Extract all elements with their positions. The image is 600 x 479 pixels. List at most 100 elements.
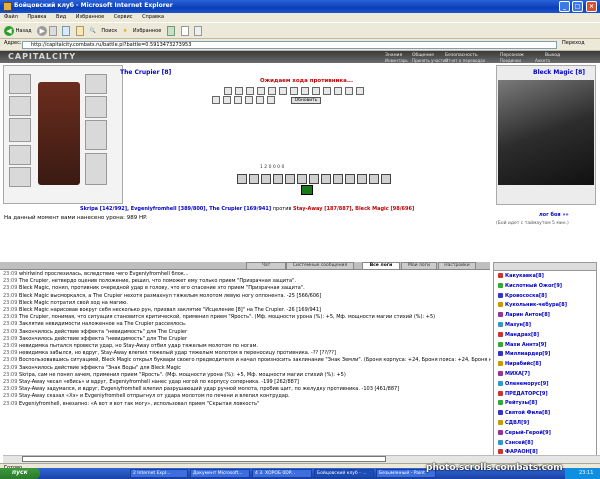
participant-link[interactable]: Stay-Away [187/887],: [293, 206, 355, 212]
player-list-item[interactable]: Какукавка[8]: [498, 273, 544, 280]
player-list-item[interactable]: Ларин Антон[8]: [498, 312, 550, 319]
gloves-slot[interactable]: [85, 120, 107, 150]
player-list-name[interactable]: Сэнсей[8]: [505, 440, 533, 446]
taskbar-task[interactable]: 4 3. ХОРОБ 0DP...: [252, 469, 312, 478]
battle-log-link[interactable]: лог боя »»: [539, 212, 569, 219]
player-list-item[interactable]: Святой Фила[8]: [498, 410, 550, 417]
attack-slot[interactable]: [257, 87, 265, 95]
player-list-item[interactable]: Серый-Герой[9]: [498, 429, 551, 437]
attack-slot[interactable]: [345, 87, 353, 95]
participant-link[interactable]: Bleck Magic [98/696]: [355, 206, 414, 212]
close-button[interactable]: ×: [586, 1, 597, 12]
skill-icon[interactable]: [381, 174, 391, 184]
skill-icon[interactable]: [297, 174, 307, 184]
player-list-name[interactable]: Серый-Герой[9]: [505, 430, 551, 436]
defense-slot[interactable]: [245, 96, 253, 104]
player-list-item[interactable]: Нирабийс[8]: [498, 361, 541, 368]
player-list-name[interactable]: Мазун[8]: [505, 322, 531, 328]
player-list-name[interactable]: Кукольник-чебура[8]: [505, 302, 567, 309]
skill-icon[interactable]: [285, 174, 295, 184]
ring-slot[interactable]: [85, 74, 107, 94]
player-list-name[interactable]: Мандрах[8]: [505, 332, 539, 338]
attack-slot[interactable]: [224, 87, 232, 95]
chat-input[interactable]: [22, 456, 386, 462]
player-list-name[interactable]: Миллиардер[9]: [505, 351, 550, 358]
tab-system-messages[interactable]: Системные сообщения: [286, 262, 354, 270]
attack-slot[interactable]: [301, 87, 309, 95]
defense-slot[interactable]: [234, 96, 242, 104]
participant-link[interactable]: The Crupier [169/941]: [209, 206, 271, 212]
nav-participate[interactable]: Принять участие: [412, 58, 448, 64]
refresh-button[interactable]: Обновить: [291, 97, 321, 104]
menu-edit[interactable]: Правка: [27, 14, 46, 20]
skill-icon[interactable]: [369, 174, 379, 184]
player-name[interactable]: The Crupier [8]: [120, 69, 171, 77]
player-list-name[interactable]: СДВЛ[9]: [505, 420, 529, 426]
opponent-name[interactable]: Bleck Magic [8]: [533, 69, 585, 77]
player-list-name[interactable]: Кислотный Ожог[9]: [505, 283, 562, 289]
player-list-name[interactable]: ПРЕДАТОРС[9]: [505, 391, 548, 397]
shield-slot[interactable]: [85, 96, 107, 118]
player-list-item[interactable]: Мазун[8]: [498, 322, 531, 329]
taskbar-task[interactable]: Документ Microsoft...: [190, 469, 250, 478]
minimize-button[interactable]: _: [559, 1, 570, 12]
defense-slot[interactable]: [256, 96, 264, 104]
participant-link[interactable]: Evgeniyfromhell [389/800],: [131, 206, 210, 212]
player-list-item[interactable]: МИХА[7]: [498, 371, 530, 378]
menu-view[interactable]: Вид: [56, 14, 66, 20]
nav-inventory[interactable]: Инвентарь: [385, 58, 408, 64]
weapon-slot[interactable]: [9, 96, 31, 116]
attack-slot[interactable]: [323, 87, 331, 95]
defense-slot[interactable]: [212, 96, 220, 104]
defense-slot[interactable]: [267, 96, 275, 104]
belt-slot[interactable]: [9, 145, 31, 165]
attack-slot[interactable]: [268, 87, 276, 95]
player-list-item[interactable]: Кислотный Ожог[9]: [498, 282, 562, 290]
skill-icon[interactable]: [333, 174, 343, 184]
mail-icon[interactable]: [180, 26, 189, 36]
player-list-item[interactable]: Сэнсей[8]: [498, 439, 533, 447]
search-icon[interactable]: 🔍: [90, 26, 96, 36]
player-list-name[interactable]: Какукавка[8]: [505, 273, 544, 279]
menu-file[interactable]: Файл: [4, 14, 18, 20]
stop-icon[interactable]: [48, 26, 57, 36]
menu-tools[interactable]: Сервис: [114, 14, 133, 20]
armor-slot[interactable]: [9, 118, 31, 142]
player-list-item[interactable]: Миллиардер[9]: [498, 351, 550, 358]
history-icon[interactable]: [166, 26, 175, 36]
player-list-name[interactable]: Нирабийс[8]: [505, 361, 541, 367]
player-list-item[interactable]: Кукольник-чебура[8]: [498, 302, 567, 309]
attack-slot[interactable]: [312, 87, 320, 95]
tab-all-logs[interactable]: Все логи: [362, 262, 400, 270]
nav-fights[interactable]: Поединки: [500, 58, 521, 64]
menu-help[interactable]: Справка: [142, 14, 164, 20]
player-list-item[interactable]: Мандрах[8]: [498, 331, 539, 339]
helmet-slot[interactable]: [9, 74, 31, 94]
address-input[interactable]: http://capitalcity.combats.ru/battle.pl?…: [22, 41, 557, 49]
skill-icon[interactable]: [249, 174, 259, 184]
skill-icon[interactable]: [345, 174, 355, 184]
player-list-item[interactable]: СДВЛ[9]: [498, 420, 529, 427]
print-icon[interactable]: [194, 26, 203, 36]
end-turn-icon[interactable]: [301, 185, 313, 195]
maximize-button[interactable]: □: [572, 1, 583, 12]
attack-slot[interactable]: [246, 87, 254, 95]
skill-icon[interactable]: [237, 174, 247, 184]
player-list-item[interactable]: Кровососка[8]: [498, 292, 547, 300]
attack-slot[interactable]: [290, 87, 298, 95]
player-list-name[interactable]: Святой Фила[8]: [505, 410, 550, 416]
favorites-button[interactable]: Избранное: [133, 26, 161, 36]
taskbar-task[interactable]: 2 Internet Expl...: [130, 469, 188, 478]
player-list-item[interactable]: Махи Аннтэ[9]: [498, 341, 547, 349]
player-list-name[interactable]: Махи Аннтэ[9]: [505, 342, 547, 348]
tab-my-logs[interactable]: Мои логи: [401, 262, 437, 270]
player-list-item[interactable]: Рейтузы[8]: [498, 400, 537, 407]
player-list-name[interactable]: Кровососка[8]: [505, 293, 547, 299]
player-list-item[interactable]: ПРЕДАТОРС[9]: [498, 390, 548, 398]
forward-icon[interactable]: ▶: [37, 26, 48, 36]
leggings-slot[interactable]: [85, 153, 107, 185]
taskbar-task[interactable]: Бойцовский клуб - ...: [314, 469, 374, 478]
player-list-name[interactable]: МИХА[7]: [505, 371, 530, 377]
skill-icon[interactable]: [357, 174, 367, 184]
defense-slot[interactable]: [223, 96, 231, 104]
